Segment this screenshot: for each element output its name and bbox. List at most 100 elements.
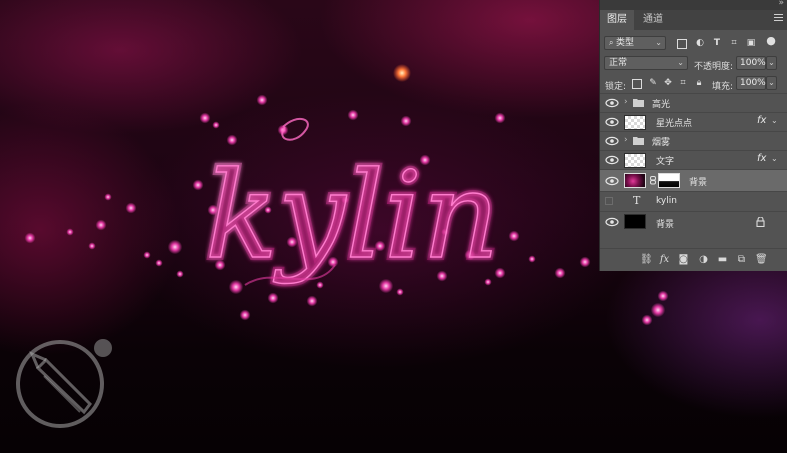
pencil-logo-watermark [16, 339, 112, 428]
layer-row[interactable]: 星光点点 fx ⌄ [600, 112, 787, 132]
collapse-panel-icon[interactable]: » [778, 0, 784, 8]
sparkle-dot [125, 202, 137, 214]
lock-all-icon[interactable]: 🔒︎ [694, 78, 704, 88]
lock-label: 锁定: [605, 82, 627, 92]
layer-row-selected[interactable]: 背景 [600, 169, 787, 191]
chevron-down-icon[interactable]: ⌄ [771, 154, 778, 163]
filter-toggle-icon[interactable]: ● [766, 35, 776, 46]
filter-smart-object-icon[interactable]: ▣ [746, 38, 756, 48]
layer-name: 星光点点 [656, 119, 693, 129]
sparkle-dot [95, 219, 107, 231]
sparkle-dot [24, 232, 36, 244]
sparkle-dot [650, 302, 666, 318]
eye-icon[interactable] [605, 98, 619, 108]
artwork-text: kylin [205, 147, 500, 286]
sparkle-dot [657, 290, 669, 302]
chevron-down-icon[interactable]: ⌄ [771, 116, 778, 125]
fill-dropdown-icon[interactable]: ⌄ [766, 76, 777, 90]
sparkle-dot [143, 251, 151, 259]
layers-empty-area [600, 231, 787, 248]
tab-layers[interactable]: 图层 [600, 10, 634, 30]
link-layers-icon[interactable]: ⛓ [640, 254, 653, 265]
lock-transparent-icon[interactable] [632, 79, 642, 89]
sparkle-dot [155, 259, 163, 267]
blend-mode-select[interactable]: 正常 ⌄ [604, 56, 688, 70]
layer-fx-icon[interactable]: fx [757, 115, 766, 126]
lock-position-icon[interactable]: ✥ [663, 78, 673, 88]
blend-row: 正常 ⌄ 不透明度: 100% ⌄ [600, 54, 787, 74]
layer-row[interactable]: T kylin [600, 191, 787, 211]
layer-row[interactable]: › 烟雾 [600, 131, 787, 150]
panel-tabs: 图层 通道 [600, 10, 787, 30]
add-mask-icon[interactable]: ◙ [678, 254, 689, 265]
sparkle-dot [192, 179, 204, 191]
eye-icon[interactable] [605, 117, 619, 127]
filter-text-icon[interactable]: T [712, 38, 722, 48]
lock-icon [756, 217, 765, 227]
eye-icon[interactable] [605, 155, 619, 165]
layer-name: 高光 [652, 100, 671, 110]
add-style-fx-icon[interactable]: fx [659, 254, 670, 265]
layer-thumbnail [624, 115, 646, 130]
chevron-right-icon[interactable]: › [624, 97, 628, 107]
sparkle-dot [641, 314, 653, 326]
smoke-wisp [281, 117, 309, 141]
layers-panel: » 图层 通道 ⌕ 类型 ⌄ ◐ T ⌗ ▣ ● 正常 ⌄ 不透明度: 100%… [599, 0, 787, 271]
opacity-input[interactable]: 100% [736, 56, 766, 70]
search-icon: ⌕ [609, 38, 617, 47]
layer-fx-icon[interactable]: fx [757, 153, 766, 164]
lock-row: 锁定: ✎ ✥ ⌗ 🔒︎ 填充: 100% ⌄ [600, 74, 787, 94]
layer-row[interactable]: 背景 [600, 211, 787, 232]
chevron-down-icon: ⌄ [677, 58, 684, 67]
layer-name: 背景 [656, 220, 675, 230]
lock-paint-icon[interactable]: ✎ [648, 78, 658, 88]
new-layer-icon[interactable]: ⧉ [736, 254, 747, 265]
folder-icon [633, 99, 644, 107]
sparkle-dot [239, 309, 251, 321]
filter-kind-label: 类型 [616, 38, 635, 48]
eye-icon[interactable] [605, 136, 619, 146]
layer-mask-thumbnail[interactable] [658, 173, 680, 188]
layer-name: 烟雾 [652, 138, 671, 148]
fill-label: 填充: [712, 82, 734, 92]
fill-input[interactable]: 100% [736, 76, 766, 90]
eye-icon[interactable] [605, 176, 619, 186]
sparkle-dot [167, 239, 183, 255]
layer-thumbnail [624, 173, 646, 188]
layer-name: 背景 [689, 178, 708, 188]
layer-name: 文字 [656, 157, 675, 167]
new-group-folder-icon[interactable]: ▬ [717, 254, 728, 265]
visibility-toggle-off[interactable] [605, 197, 613, 205]
opacity-label: 不透明度: [694, 62, 734, 72]
tab-channels[interactable]: 通道 [636, 10, 670, 30]
sparkle-dot [88, 242, 96, 250]
chevron-right-icon[interactable]: › [624, 135, 628, 145]
text-layer-icon: T [633, 194, 641, 207]
trash-icon[interactable]: 🗑︎ [755, 254, 768, 265]
layer-row[interactable]: › 高光 [600, 93, 787, 112]
filter-pixel-icon[interactable] [677, 39, 687, 49]
chevron-down-icon: ⌄ [655, 38, 662, 47]
layers-footer: ⛓ fx ◙ ◑ ▬ ⧉ 🗑︎ [600, 248, 787, 270]
blend-mode-value: 正常 [609, 58, 628, 68]
panel-title-bar: » [600, 0, 787, 10]
panel-menu-icon[interactable] [774, 14, 783, 22]
adjustment-layer-icon[interactable]: ◑ [698, 254, 709, 265]
sparkle-dot [104, 193, 112, 201]
kylin-smoke-text: kylin kylin [205, 117, 503, 289]
folder-icon [633, 137, 644, 145]
opacity-dropdown-icon[interactable]: ⌄ [766, 56, 777, 70]
filter-kind-select[interactable]: ⌕ 类型 ⌄ [604, 36, 666, 50]
layer-thumbnail [624, 214, 646, 229]
sparkle-dot [66, 228, 74, 236]
lock-artboard-icon[interactable]: ⌗ [678, 78, 688, 88]
layer-thumbnail [624, 153, 646, 168]
eye-icon[interactable] [605, 217, 619, 227]
sparkle-dot [579, 256, 591, 268]
layer-row[interactable]: 文字 fx ⌄ [600, 150, 787, 170]
filter-shape-icon[interactable]: ⌗ [729, 38, 739, 48]
sparkle-dot [393, 64, 411, 82]
filter-row: ⌕ 类型 ⌄ ◐ T ⌗ ▣ ● [600, 34, 787, 54]
link-icon[interactable] [650, 176, 656, 185]
filter-adjustment-icon[interactable]: ◐ [695, 38, 705, 48]
